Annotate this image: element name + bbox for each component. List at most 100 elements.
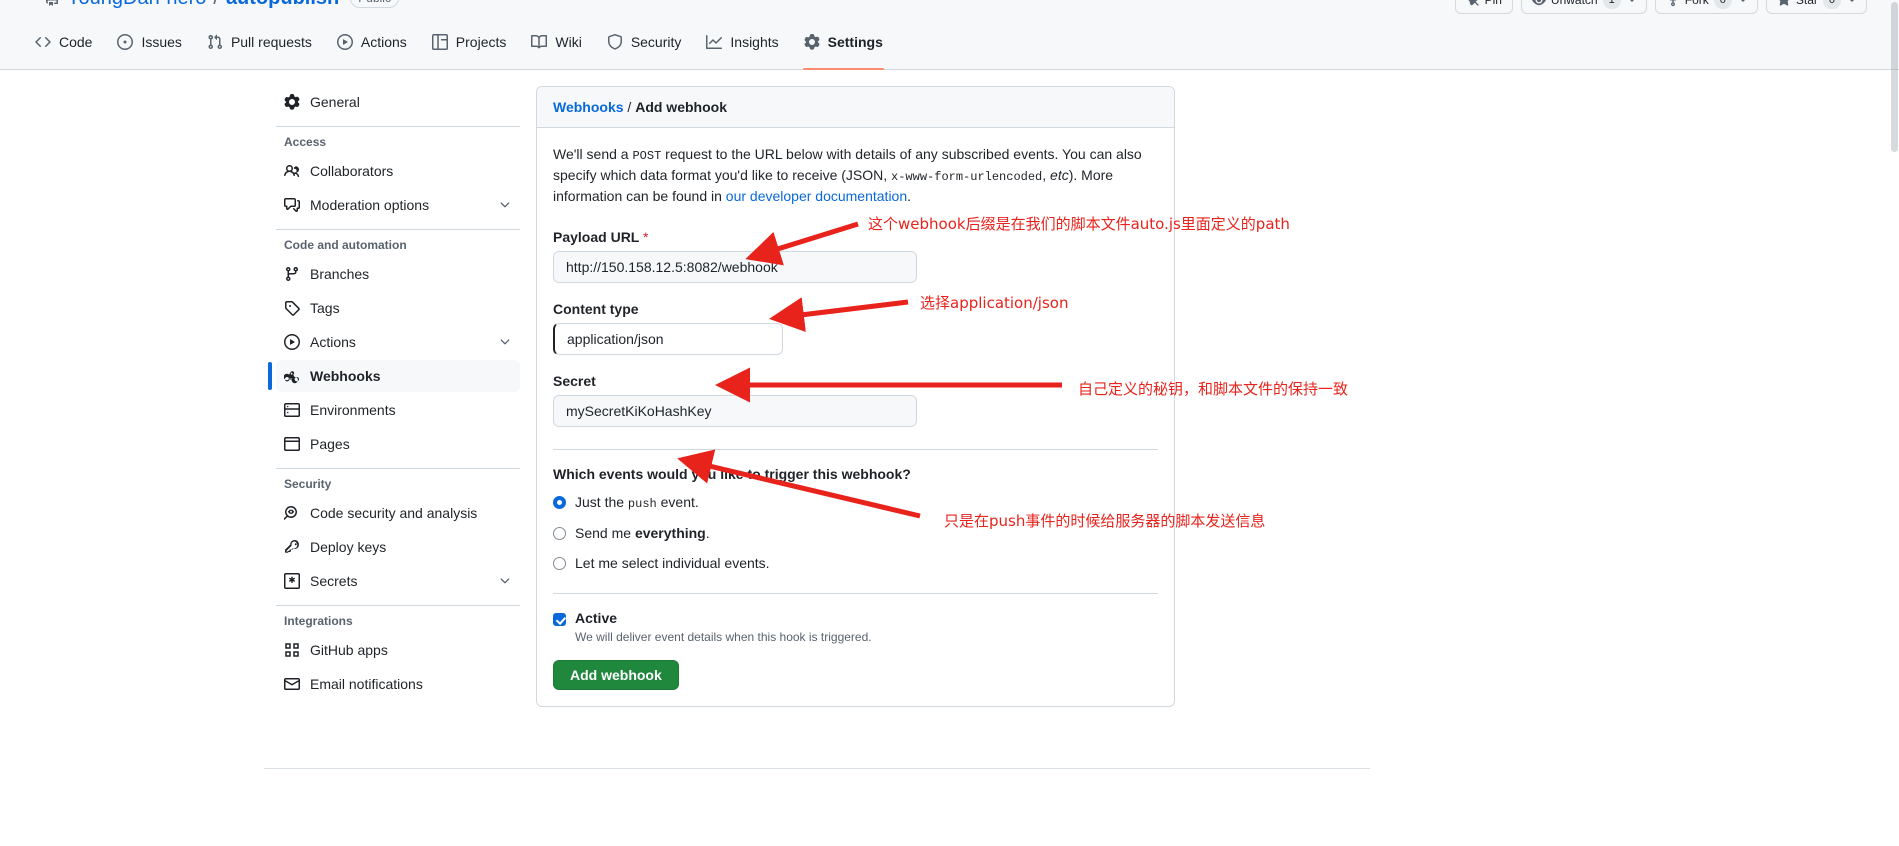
tab-settings-label: Settings xyxy=(827,33,883,50)
checkbox-indicator[interactable] xyxy=(553,613,566,626)
tab-pull-requests[interactable]: Pull requests xyxy=(198,25,321,58)
sidebar-item-actions[interactable]: Actions xyxy=(276,326,520,358)
chevron-down-icon xyxy=(1627,0,1636,2)
sidebar-item-tags-label: Tags xyxy=(310,300,340,316)
git-pull-request-icon xyxy=(207,34,223,50)
sidebar-item-secrets[interactable]: Secrets xyxy=(276,565,520,597)
form-divider-2 xyxy=(553,593,1158,594)
table-icon xyxy=(431,33,448,50)
people-icon xyxy=(284,163,300,179)
chevron-down-icon xyxy=(1848,0,1856,2)
sidebar-item-deploy-keys[interactable]: Deploy keys xyxy=(276,531,520,563)
settings-sidebar: General Access Collaborators Moderation … xyxy=(268,86,520,702)
tab-wiki[interactable]: Wiki xyxy=(522,25,590,58)
required-marker: * xyxy=(643,229,649,245)
payload-url-input[interactable] xyxy=(553,251,917,283)
tab-security[interactable]: Security xyxy=(598,25,691,58)
annotation-push-event: 只是在push事件的时候给服务器的脚本发送信息 xyxy=(944,512,1266,530)
sidebar-item-email-notifications-label: Email notifications xyxy=(310,676,423,692)
fork-button[interactable]: Fork 0 xyxy=(1654,0,1758,14)
page-scrollbar[interactable] xyxy=(1889,0,1899,846)
tab-insights[interactable]: Insights xyxy=(697,25,787,58)
tab-actions[interactable]: Actions xyxy=(328,25,416,58)
sidebar-item-branches[interactable]: Branches xyxy=(276,258,520,290)
tab-code[interactable]: Code xyxy=(26,25,101,58)
play-icon xyxy=(336,33,353,50)
intro-code-post: POST xyxy=(632,149,662,163)
secret-field-group: Secret xyxy=(553,373,1158,427)
repo-icon xyxy=(44,0,60,6)
tab-projects[interactable]: Projects xyxy=(423,25,516,58)
tab-issues-label: Issues xyxy=(141,33,182,50)
radio-just-push-event[interactable]: Just the push event. xyxy=(553,494,1158,511)
radio-select-individual-events-label: Let me select individual events. xyxy=(575,555,770,571)
book-icon xyxy=(531,34,548,50)
sidebar-item-collaborators[interactable]: Collaborators xyxy=(276,155,520,187)
fork-button-label: Fork xyxy=(1684,0,1709,7)
secret-input[interactable] xyxy=(553,395,917,427)
repo-name-link[interactable]: autopublish xyxy=(226,0,339,10)
repo-breadcrumb: YoungDan-hero / autopublish Public xyxy=(44,0,399,10)
star-button[interactable]: Star 0 xyxy=(1765,0,1867,14)
sidebar-group-security-title: Security xyxy=(284,477,332,491)
shield-icon xyxy=(607,33,623,50)
radio-select-individual-events[interactable]: Let me select individual events. xyxy=(553,555,1158,571)
sidebar-item-general[interactable]: General xyxy=(276,86,520,118)
chevron-down-icon xyxy=(1738,0,1747,2)
tab-insights-label: Insights xyxy=(730,33,779,50)
unwatch-button[interactable]: Unwatch 1 xyxy=(1520,0,1647,14)
repo-action-buttons: Pin Unwatch 1 Fork 0 Star 0 xyxy=(1454,0,1867,14)
scrollbar-thumb[interactable] xyxy=(1891,2,1898,152)
sidebar-item-pages-label: Pages xyxy=(310,436,350,452)
sidebar-item-email-notifications[interactable]: Email notifications xyxy=(276,668,520,700)
page-bottom-divider xyxy=(264,768,1370,769)
github-settings-page: YoungDan-hero / autopublish Public Pin U… xyxy=(0,0,1899,846)
sidebar-group-code-automation-title: Code and automation xyxy=(284,238,407,252)
tab-issues[interactable]: Issues xyxy=(108,25,190,58)
webhook-intro-text: We'll send a POST request to the URL bel… xyxy=(553,144,1158,207)
chevron-down-icon[interactable] xyxy=(498,574,512,588)
codescan-icon xyxy=(284,505,300,521)
radio-prefix: Send me xyxy=(575,525,635,541)
annotation-payload-url: 这个webhook后缀是在我们的脚本文件auto.js里面定义的path xyxy=(868,215,1290,233)
webhook-icon xyxy=(284,368,300,384)
radio-just-push-event-label: Just the push event. xyxy=(575,494,699,511)
pin-button[interactable]: Pin xyxy=(1454,0,1513,14)
intro-part-3: , xyxy=(1042,167,1051,183)
radio-indicator[interactable] xyxy=(553,556,566,570)
breadcrumb-webhooks-link[interactable]: Webhooks xyxy=(553,99,624,115)
sidebar-group-access-title: Access xyxy=(284,135,327,149)
payload-url-label-text: Payload URL xyxy=(553,229,640,245)
unwatch-button-label: Unwatch xyxy=(1550,0,1598,7)
radio-indicator[interactable] xyxy=(553,526,566,540)
server-icon xyxy=(284,402,300,418)
repo-owner-link[interactable]: YoungDan-hero xyxy=(67,0,206,10)
content-type-select[interactable]: application/json xyxy=(553,323,783,355)
star-button-label: Star xyxy=(1795,0,1818,7)
repo-separator: / xyxy=(213,0,219,10)
add-webhook-button[interactable]: Add webhook xyxy=(553,660,679,690)
sidebar-item-pages[interactable]: Pages xyxy=(276,428,520,460)
sidebar-item-moderation-options[interactable]: Moderation options xyxy=(276,189,520,221)
active-checkbox-row[interactable]: Active xyxy=(553,610,1158,626)
sidebar-item-code-security-and-analysis[interactable]: Code security and analysis xyxy=(276,497,520,529)
developer-documentation-link[interactable]: our developer documentation xyxy=(726,188,907,204)
radio-prefix: Just the xyxy=(575,494,628,510)
sidebar-item-github-apps[interactable]: GitHub apps xyxy=(276,634,520,666)
sidebar-item-webhooks[interactable]: Webhooks xyxy=(268,360,520,392)
intro-em-etc: etc xyxy=(1050,167,1069,183)
asterisk-key-icon xyxy=(284,573,300,589)
chevron-down-icon[interactable] xyxy=(498,335,512,349)
git-branch-icon xyxy=(284,266,300,282)
breadcrumb-current: Add webhook xyxy=(635,99,727,115)
sidebar-item-tags[interactable]: Tags xyxy=(276,292,520,324)
payload-url-field-group: Payload URL * xyxy=(553,229,1158,283)
graph-icon xyxy=(706,34,723,50)
chevron-down-icon[interactable] xyxy=(498,198,512,212)
annotation-secret: 自己定义的秘钥，和脚本文件的保持一致 xyxy=(1078,380,1349,398)
tab-settings[interactable]: Settings xyxy=(795,25,892,70)
sidebar-divider xyxy=(276,126,520,127)
radio-indicator[interactable] xyxy=(553,496,566,509)
sidebar-item-environments[interactable]: Environments xyxy=(276,394,520,426)
active-checkbox-label: Active xyxy=(575,610,618,626)
